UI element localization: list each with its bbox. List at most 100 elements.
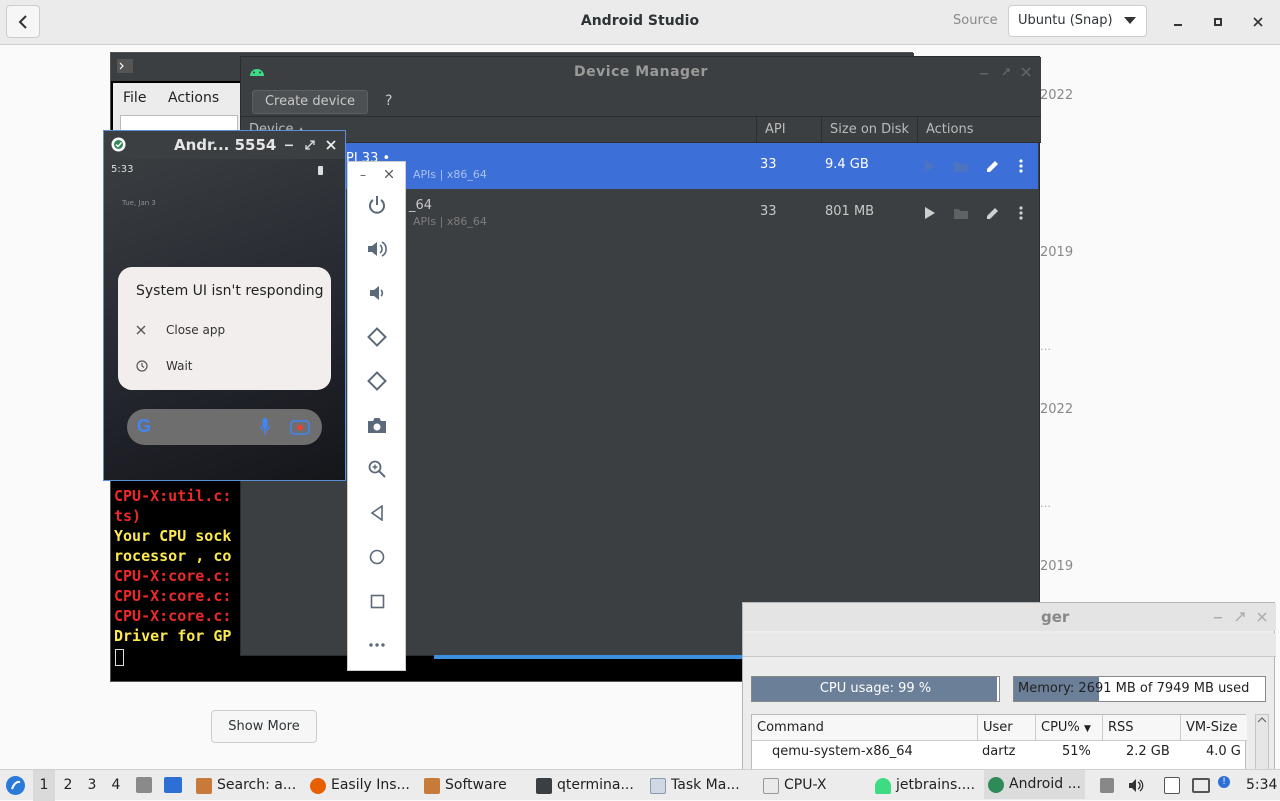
column-actions[interactable]: Actions: [917, 117, 1041, 143]
file-manager-icon[interactable]: [136, 777, 152, 793]
process-command[interactable]: qemu-system-x86_64: [772, 744, 913, 759]
workspace-4[interactable]: 4: [105, 770, 127, 801]
power-icon: [369, 196, 385, 214]
camera-icon: [368, 417, 386, 433]
maximize-icon[interactable]: [1001, 67, 1011, 77]
minimize-icon[interactable]: [1213, 612, 1223, 622]
taskbar-item-task-manager[interactable]: Task Ma...: [650, 770, 740, 801]
create-device-button[interactable]: Create device: [252, 90, 368, 114]
taskbar-item-android-studio[interactable]: Android ...: [984, 770, 1085, 799]
edit-device-button[interactable]: [983, 157, 1001, 175]
column-vm-size[interactable]: VM-Size: [1181, 715, 1247, 741]
taskbar: 1 2 3 4 Search: a... Easily Ins... Softw…: [0, 769, 1280, 801]
process-user: dartz: [982, 744, 1016, 759]
extended-controls-button[interactable]: [366, 634, 388, 656]
emulator-screen[interactable]: 5:33 Tue, Jan 3 System UI isn't respondi…: [104, 159, 345, 480]
clock[interactable]: 5:34: [1246, 770, 1277, 801]
close-app-option[interactable]: Close app: [136, 323, 225, 337]
taskbar-item-software[interactable]: Software: [424, 770, 507, 801]
close-icon[interactable]: [1257, 612, 1267, 622]
more-options-button[interactable]: [1012, 157, 1030, 175]
collapse-button[interactable]: –: [360, 168, 366, 182]
clock-icon: [136, 360, 148, 372]
show-more-button[interactable]: Show More: [211, 710, 317, 743]
minimize-icon[interactable]: [979, 67, 989, 77]
task-manager-titlebar: ger: [743, 603, 1276, 631]
taskbar-item-label: Software: [445, 777, 507, 793]
menu-file[interactable]: File: [123, 90, 146, 106]
taskbar-item-qterminal[interactable]: qtermina...: [536, 770, 634, 801]
close-icon[interactable]: [326, 140, 336, 150]
table-scrollbar[interactable]: [1255, 714, 1269, 770]
zoom-button[interactable]: [366, 458, 388, 480]
maximize-icon: [1214, 18, 1222, 26]
volume-down-button[interactable]: [366, 282, 388, 304]
pencil-icon: [986, 160, 998, 172]
column-command[interactable]: Command: [752, 715, 978, 741]
wait-option[interactable]: Wait: [136, 359, 193, 373]
workspace-2[interactable]: 2: [57, 770, 79, 801]
clipboard-icon[interactable]: [1164, 777, 1180, 794]
column-size[interactable]: Size on Disk: [821, 117, 917, 143]
column-rss[interactable]: RSS: [1103, 715, 1181, 741]
column-cpu[interactable]: CPU% ▼: [1036, 715, 1103, 741]
show-desktop-icon[interactable]: [164, 777, 182, 793]
eject-tray-icon[interactable]: [1100, 778, 1114, 793]
maximize-icon[interactable]: [1235, 612, 1245, 622]
network-icon[interactable]: [1192, 778, 1210, 793]
volume-up-button[interactable]: [366, 238, 388, 260]
rotate-right-button[interactable]: [366, 370, 388, 392]
lens-icon[interactable]: [290, 418, 310, 435]
home-nav-button[interactable]: [366, 546, 388, 568]
terminal-line: rocessor , co: [114, 547, 232, 565]
menu-actions[interactable]: Actions: [168, 90, 219, 106]
sort-down-icon: ▼: [1083, 724, 1091, 734]
microphone-icon[interactable]: [260, 418, 270, 436]
terminal-icon: [117, 59, 133, 73]
review-date: 2019: [1040, 559, 1074, 574]
screenshot-button[interactable]: [366, 414, 388, 436]
source-value: Ubuntu (Snap): [1018, 13, 1113, 28]
close-icon[interactable]: [1021, 67, 1031, 77]
rotate-left-button[interactable]: [366, 326, 388, 348]
open-folder-button[interactable]: [952, 157, 970, 175]
back-nav-button[interactable]: [366, 502, 388, 524]
taskbar-item-jetbrains[interactable]: jetbrains....: [875, 770, 975, 801]
column-user[interactable]: User: [978, 715, 1036, 741]
minimize-button[interactable]: [1168, 12, 1188, 32]
launch-button[interactable]: [921, 204, 939, 222]
maximize-button[interactable]: [1208, 12, 1228, 32]
emulator-app-icon: [111, 137, 126, 152]
workspace-3[interactable]: 3: [81, 770, 103, 801]
open-folder-button[interactable]: [952, 204, 970, 222]
device-api: 33: [760, 204, 777, 219]
more-options-button[interactable]: [1012, 204, 1030, 222]
overview-nav-button[interactable]: [366, 590, 388, 612]
rotate-right-icon: [367, 371, 387, 391]
taskbar-item-search[interactable]: Search: a...: [196, 770, 296, 801]
start-menu-icon[interactable]: [6, 776, 25, 795]
task-manager-title: ger: [1041, 608, 1070, 626]
minimize-icon[interactable]: [284, 140, 294, 150]
taskbar-item-firefox[interactable]: Easily Ins...: [310, 770, 410, 801]
software-app-icon: [424, 777, 440, 794]
launch-button[interactable]: [921, 157, 939, 175]
notification-icon[interactable]: !: [1218, 776, 1230, 788]
power-button[interactable]: [366, 194, 388, 216]
volume-icon[interactable]: [1128, 778, 1144, 793]
close-icon: [136, 325, 146, 335]
taskbar-item-label: Android ...: [1009, 776, 1081, 792]
close-icon[interactable]: [385, 170, 393, 178]
close-button[interactable]: [1248, 12, 1268, 32]
maximize-icon[interactable]: [305, 140, 315, 150]
column-api[interactable]: API: [756, 117, 821, 143]
device-size: 801 MB: [825, 204, 875, 219]
workspace-1[interactable]: 1: [33, 770, 55, 801]
help-button[interactable]: ?: [385, 93, 392, 109]
back-button[interactable]: [6, 5, 40, 38]
edit-device-button[interactable]: [983, 204, 1001, 222]
taskbar-item-cpu-x[interactable]: CPU-X: [763, 770, 826, 801]
terminal-line: Driver for GP: [114, 627, 232, 645]
source-dropdown[interactable]: Ubuntu (Snap): [1008, 5, 1147, 37]
google-search-bar[interactable]: G: [127, 409, 322, 445]
